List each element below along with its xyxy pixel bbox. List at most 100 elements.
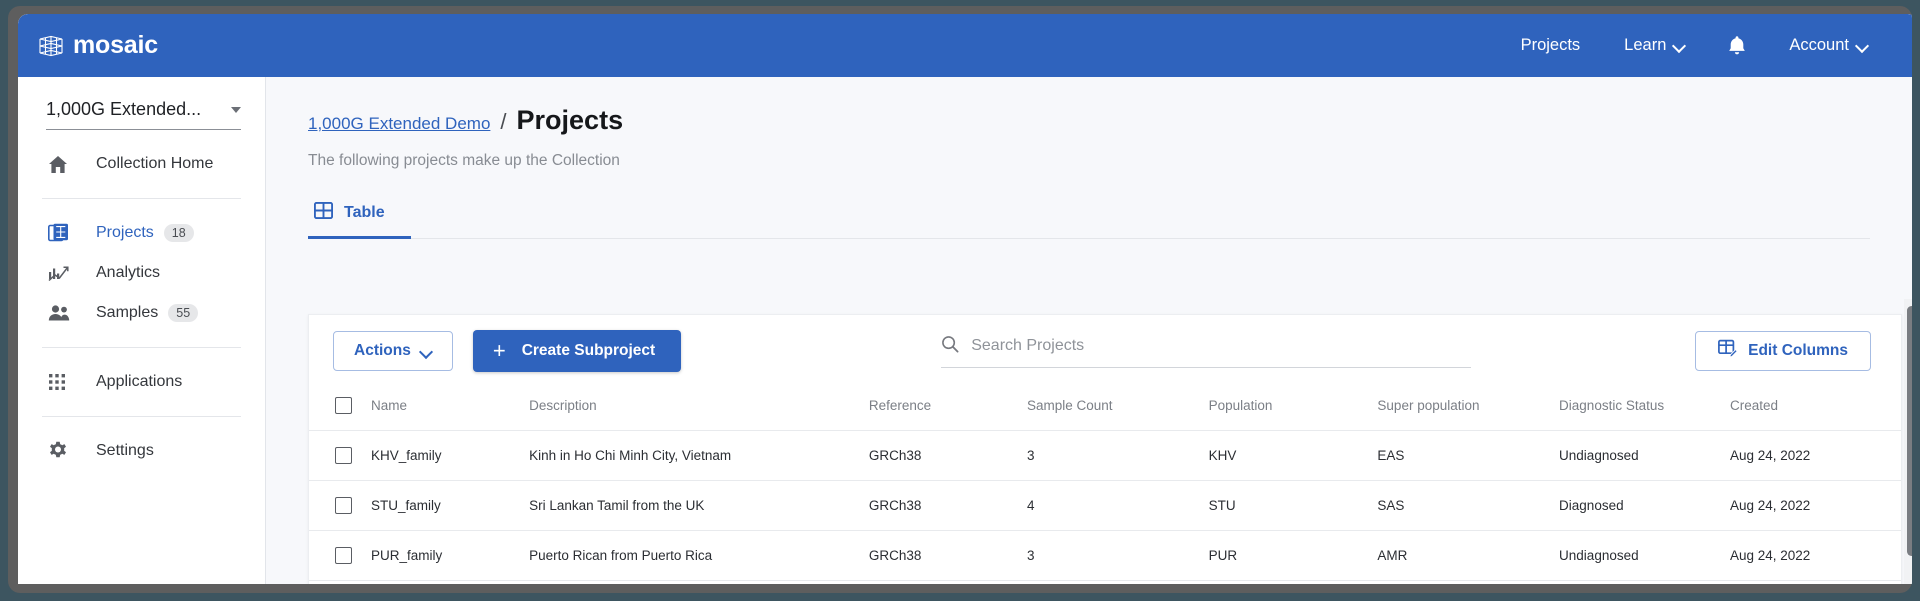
top-nav-items: Projects Learn Account [1499, 29, 1890, 63]
column-header-created[interactable]: Created [1729, 387, 1901, 431]
column-header-super-population[interactable]: Super population [1377, 387, 1560, 431]
table-row[interactable]: ITU_family Indian Telugu from the UK GRC… [309, 580, 1901, 584]
notification-bell-button[interactable] [1707, 29, 1767, 63]
brand-logo[interactable]: mosaic [38, 31, 158, 60]
projects-table: Name Description Reference Sample Count … [309, 387, 1901, 584]
brand-name: mosaic [73, 31, 158, 59]
mosaic-logo-icon [39, 35, 63, 56]
sidebar-item-label: Samples [96, 304, 159, 321]
sidebar-item-samples[interactable]: Samples 55 [18, 293, 265, 333]
search-projects-field[interactable] [941, 335, 1472, 368]
cell-reference: GRCh38 [868, 580, 1027, 584]
column-header-sample-count[interactable]: Sample Count [1026, 387, 1209, 431]
select-all-header [309, 387, 371, 431]
cell-super-population: SAS [1377, 580, 1560, 584]
table-row[interactable]: PUR_family Puerto Rican from Puerto Rica… [309, 530, 1901, 581]
sidebar-item-label: Collection Home [96, 155, 214, 172]
cell-reference: GRCh38 [868, 530, 1027, 581]
sidebar-item-badge: 18 [163, 224, 194, 242]
column-header-description[interactable]: Description [529, 387, 869, 431]
cell-name[interactable]: STU_family [370, 480, 530, 531]
cell-population: ITU [1208, 580, 1378, 584]
cell-name[interactable]: KHV_family [370, 430, 530, 481]
cell-diagnostic-status: Undiagnosed [1559, 430, 1730, 481]
row-select-cell [309, 580, 371, 584]
cell-diagnostic-status: Undiagnosed [1559, 530, 1730, 581]
row-select-cell [309, 480, 371, 531]
table-row[interactable]: KHV_family Kinh in Ho Chi Minh City, Vie… [309, 430, 1901, 481]
cell-created: Aug 24, 2022 [1729, 430, 1901, 481]
chevron-down-icon [1674, 40, 1685, 51]
tab-label: Table [344, 204, 385, 221]
table-body: KHV_family Kinh in Ho Chi Minh City, Vie… [309, 430, 1901, 584]
sidebar-group-main: Projects 18 Analytics Samples 55 [18, 199, 265, 347]
cell-created: Aug 24, 2022 [1729, 530, 1901, 581]
column-header-diagnostic-status[interactable]: Diagnostic Status [1559, 387, 1730, 431]
body-area: 1,000G Extended... Collection Home Proje… [18, 77, 1912, 584]
cell-population: KHV [1208, 430, 1378, 481]
analytics-icon [48, 264, 74, 283]
table-header-row: Name Description Reference Sample Count … [309, 387, 1901, 431]
cell-sample-count[interactable]: 3 [1026, 530, 1209, 581]
collection-selector-label: 1,000G Extended... [46, 99, 202, 119]
row-select-cell [309, 530, 371, 581]
table-head: Name Description Reference Sample Count … [309, 387, 1901, 431]
cell-sample-count[interactable]: 3 [1026, 580, 1209, 584]
collection-selector[interactable]: 1,000G Extended... [46, 99, 241, 130]
create-subproject-label: Create Subproject [521, 342, 656, 359]
breadcrumb-link-collection[interactable]: 1,000G Extended Demo [308, 114, 490, 134]
search-input[interactable] [971, 337, 1472, 355]
sidebar-group-settings: Settings [18, 417, 265, 485]
row-checkbox[interactable] [335, 497, 352, 514]
notification-bell-icon [1729, 35, 1746, 54]
sidebar-item-label: Projects [96, 224, 154, 241]
cell-sample-count[interactable]: 3 [1026, 430, 1209, 481]
chevron-down-icon [421, 346, 432, 357]
cell-name[interactable]: ITU_family [370, 580, 530, 584]
topnav-item-projects[interactable]: Projects [1499, 30, 1603, 61]
sidebar-item-analytics[interactable]: Analytics [18, 253, 265, 293]
edit-columns-label: Edit Columns [1748, 342, 1848, 359]
column-header-population[interactable]: Population [1208, 387, 1378, 431]
topnav-item-account[interactable]: Account [1767, 30, 1890, 61]
cell-population: PUR [1208, 530, 1378, 581]
row-checkbox[interactable] [335, 547, 352, 564]
sidebar-item-settings[interactable]: Settings [18, 431, 265, 471]
cell-description: Puerto Rican from Puerto Rica [529, 530, 869, 581]
browser-window-frame: mosaic Projects Learn Account 1,000G Ext… [8, 6, 1912, 593]
tab-table[interactable]: Table [308, 196, 411, 239]
home-icon [48, 155, 74, 174]
cell-created: Aug 24, 2022 [1729, 480, 1901, 531]
chevron-down-icon [1857, 40, 1868, 51]
topnav-label: Projects [1520, 36, 1581, 54]
cell-sample-count[interactable]: 4 [1026, 480, 1209, 531]
edit-columns-icon [1718, 339, 1738, 363]
edit-columns-button[interactable]: Edit Columns [1695, 331, 1871, 371]
sidebar-item-projects[interactable]: Projects 18 [18, 213, 265, 253]
page-subtitle: The following projects make up the Colle… [308, 152, 620, 169]
cell-name[interactable]: PUR_family [370, 530, 530, 581]
actions-button[interactable]: Actions [333, 331, 453, 371]
topnav-label: Account [1789, 36, 1849, 54]
row-checkbox[interactable] [335, 447, 352, 464]
gear-icon [48, 441, 74, 461]
cell-diagnostic-status: Diagnosed [1559, 480, 1730, 531]
row-select-cell [309, 430, 371, 481]
sidebar-item-label: Applications [96, 373, 183, 390]
sidebar-item-applications[interactable]: Applications [18, 362, 265, 402]
breadcrumb: 1,000G Extended Demo / Projects [308, 105, 1912, 136]
table-row[interactable]: STU_family Sri Lankan Tamil from the UK … [309, 480, 1901, 531]
vertical-scrollbar-thumb[interactable] [1907, 306, 1912, 556]
cell-created: Aug 24, 2022 [1729, 580, 1901, 584]
topnav-item-learn[interactable]: Learn [1602, 30, 1707, 61]
column-header-name[interactable]: Name [370, 387, 530, 431]
top-navigation-bar: mosaic Projects Learn Account [18, 14, 1912, 77]
create-subproject-button[interactable]: + Create Subproject [472, 330, 682, 372]
sidebar-group-applications: Applications [18, 348, 265, 416]
select-all-checkbox[interactable] [335, 397, 352, 414]
sidebar-item-badge: 55 [168, 304, 199, 322]
apps-grid-icon [48, 373, 74, 391]
sidebar-item-collection-home[interactable]: Collection Home [18, 144, 265, 184]
samples-icon [48, 304, 74, 322]
column-header-reference[interactable]: Reference [868, 387, 1027, 431]
